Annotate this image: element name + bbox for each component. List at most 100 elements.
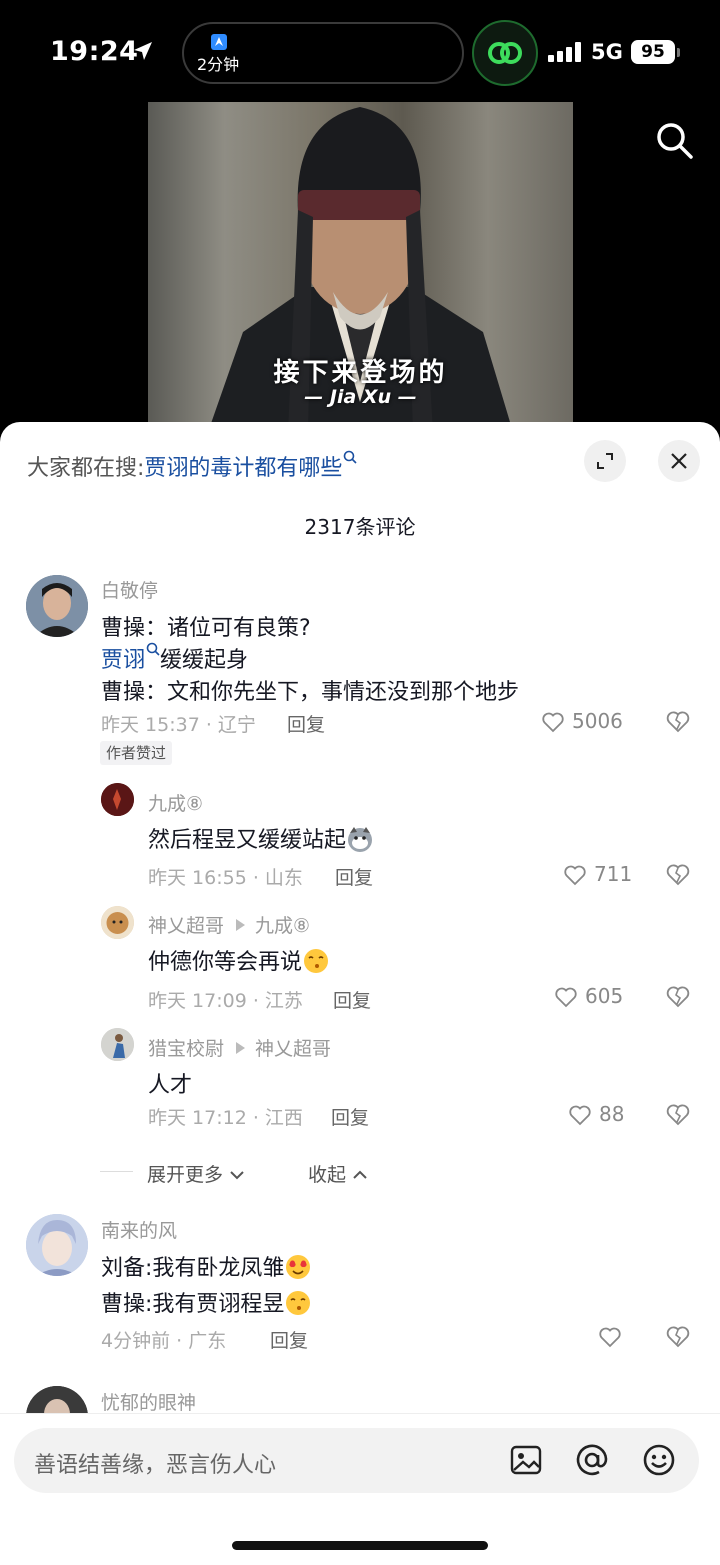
comment-time-location: 昨天 17:12 · 江西 [148,1107,303,1129]
network-type: 5G [591,40,623,64]
heart-icon[interactable] [541,710,565,734]
comment-username[interactable]: 九成⑧ [148,789,203,816]
emoji-icon[interactable] [642,1443,676,1477]
like-count: 88 [599,1102,625,1126]
location-arrow-icon [134,42,152,60]
avatar-image [101,783,134,816]
comment-text-segment: 曹操:我有贾诩程昱 [101,1292,285,1317]
avatar-image [26,575,88,637]
home-indicator[interactable] [232,1541,488,1550]
search-mini-icon [343,450,358,468]
comments-count: 2317条评论 [304,515,416,539]
avatar[interactable] [101,906,134,939]
heart-eyes-emoji-icon [286,1255,311,1279]
reply-button[interactable]: 回复 [335,863,373,890]
search-icon[interactable] [654,120,694,160]
comment-username-line: 猎宝校尉 神乂超哥 [148,1034,331,1061]
like-count: 5006 [572,709,623,733]
status-bar: 19:24 2分钟 5G 95 [0,0,720,100]
heart-icon[interactable] [598,1325,622,1349]
comment-username[interactable]: 忧郁的眼神 [101,1388,196,1415]
comment-text-line: 然后程昱又缓缓站起 [148,822,374,855]
video-player[interactable]: 接下来登场的 — Jia Xu — [148,102,573,432]
expand-more-button[interactable]: 展开更多 [147,1160,245,1187]
avatar[interactable] [101,783,134,816]
comment-text-segment: 刘备:我有卧龙凤雏 [101,1256,285,1281]
video-subtitle-english: — Jia Xu — [304,386,417,408]
heart-icon[interactable] [554,985,578,1009]
collapse-button[interactable]: 收起 [308,1160,368,1187]
comment-text-segment: 缓缓起身 [160,648,249,673]
reply-to-arrow-icon [236,918,246,931]
expand-button[interactable] [584,440,626,482]
comment-text-line: 曹操:我有贾诩程昱 [101,1286,312,1319]
reply-button[interactable]: 回复 [333,986,371,1013]
comment-time-location: 昨天 15:37 · 辽宁 [101,714,256,736]
link-icon [488,42,522,64]
search-suggestion-prefix: 大家都在搜: [27,456,145,481]
island-text: 2分钟 [197,55,240,74]
avatar-image [101,1028,134,1061]
broken-heart-icon[interactable] [665,709,691,735]
cat-emoji-icon [348,827,373,852]
comment-input-placeholder: 善语结善缘，恶言伤人心 [34,1453,277,1478]
collapse-label: 收起 [308,1164,347,1186]
comment-text-line: 贾诩 缓缓起身 [101,642,248,674]
expand-more-label: 展开更多 [147,1164,224,1186]
signal-icon [548,42,581,62]
chevron-down-icon [230,1171,244,1180]
broken-heart-icon[interactable] [665,862,691,888]
reply-to-username[interactable]: 九成⑧ [255,915,310,937]
at-icon[interactable] [575,1443,609,1477]
reply-button[interactable]: 回复 [331,1103,369,1130]
status-time: 19:24 [50,36,139,67]
comment-username[interactable]: 南来的风 [101,1216,177,1243]
comment-username-line: 神乂超哥 九成⑧ [148,911,310,938]
like-count: 605 [585,984,624,1008]
comment-time-location: 昨天 17:09 · 江苏 [148,990,303,1012]
reply-button[interactable]: 回复 [270,1326,308,1353]
reply-button[interactable]: 回复 [287,710,325,737]
search-suggestion-query[interactable]: 贾诩的毒计都有哪些 [144,456,342,481]
comment-time-location: 昨天 16:55 · 山东 [148,867,303,889]
comment-text-segment: 仲德你等会再说 [148,950,303,975]
avatar[interactable] [26,1214,88,1276]
reply-to-arrow-icon [236,1041,246,1054]
navigation-app-icon [211,34,227,50]
comment-username[interactable]: 白敬停 [101,576,158,603]
comment-text-line: 人才 [148,1073,193,1098]
heart-icon[interactable] [568,1103,592,1127]
comment-text-line: 曹操：诸位可有良策? [101,616,311,641]
avatar-image [101,906,134,939]
author-liked-badge: 作者赞过 [100,741,173,765]
kiss-face-emoji-icon [286,1291,311,1315]
video-subtitle: 接下来登场的 [273,358,448,388]
avatar-image [26,1214,88,1276]
chevron-up-icon [353,1170,367,1179]
close-button[interactable] [658,440,700,482]
close-icon [671,453,687,469]
battery-tip [677,48,680,57]
search-mini-icon [146,642,160,660]
search-suggestion[interactable]: 大家都在搜:贾诩的毒计都有哪些 [27,450,358,482]
image-icon[interactable] [509,1443,543,1477]
comment-text-line: 刘备:我有卧龙凤雏 [101,1250,312,1283]
expand-icon [597,453,613,469]
avatar[interactable] [101,1028,134,1061]
comment-text-line: 仲德你等会再说 [148,944,330,977]
like-count: 711 [594,862,633,886]
comment-sheet: 大家都在搜:贾诩的毒计都有哪些 2317条评论 白敬停 曹操：诸位可有良策? 贾… [0,422,720,1564]
broken-heart-icon[interactable] [665,1324,691,1350]
avatar[interactable] [26,575,88,637]
battery-level: 95 [631,40,675,64]
kiss-face-emoji-icon [304,949,329,973]
comment-username[interactable]: 神乂超哥 [148,915,224,937]
thread-divider [100,1171,133,1172]
heart-icon[interactable] [563,863,587,887]
broken-heart-icon[interactable] [665,984,691,1010]
broken-heart-icon[interactable] [665,1102,691,1128]
reply-to-username[interactable]: 神乂超哥 [255,1038,331,1060]
search-link[interactable]: 贾诩 [101,648,145,673]
island-app-icon[interactable] [472,20,538,86]
comment-username[interactable]: 猎宝校尉 [148,1038,224,1060]
